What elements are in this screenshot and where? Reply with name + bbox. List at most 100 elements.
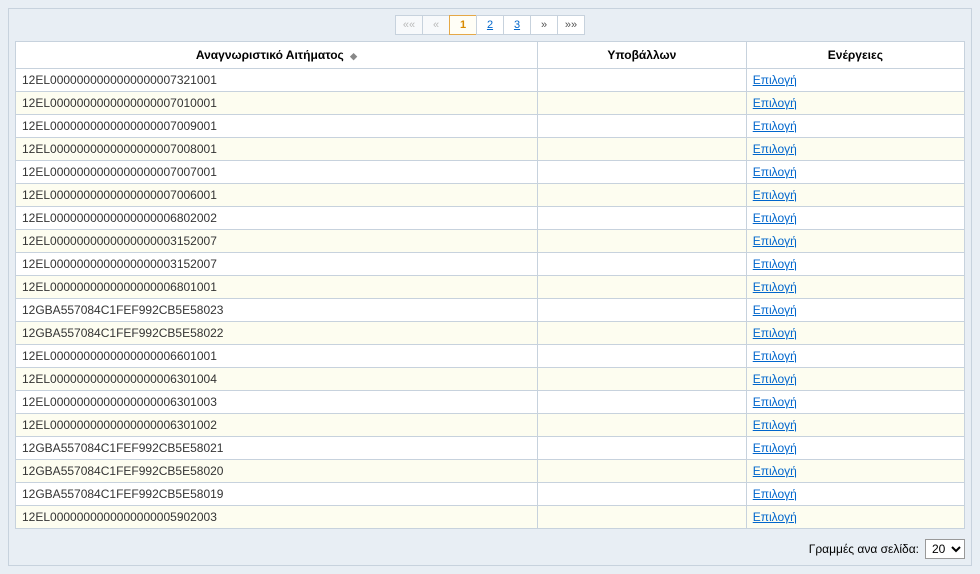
cell-submitter [537,161,746,184]
select-link[interactable]: Επιλογή [753,326,797,340]
cell-actions: Επιλογή [746,253,964,276]
cell-submitter [537,138,746,161]
select-link[interactable]: Επιλογή [753,395,797,409]
table-row: 12GBA557084C1FEF992CB5E58021 Επιλογή [16,437,965,460]
cell-id: 12EL0000000000000000006301004 [16,368,538,391]
page-number-3[interactable]: 3 [503,15,531,35]
column-header-submitter-label: Υποβάλλων [607,48,676,62]
cell-id: 12EL0000000000000000006301003 [16,391,538,414]
select-link[interactable]: Επιλογή [753,487,797,501]
cell-id: 12EL0000000000000000006802002 [16,207,538,230]
cell-submitter [537,483,746,506]
cell-id: 12EL0000000000000000007010001 [16,92,538,115]
table-row: 12EL0000000000000000007008001 Επιλογή [16,138,965,161]
select-link[interactable]: Επιλογή [753,418,797,432]
cell-actions: Επιλογή [746,92,964,115]
page-number-1[interactable]: 1 [449,15,477,35]
table-row: 12EL0000000000000000007009001 Επιλογή [16,115,965,138]
cell-actions: Επιλογή [746,414,964,437]
cell-actions: Επιλογή [746,207,964,230]
table-row: 12EL0000000000000000006301004 Επιλογή [16,368,965,391]
cell-id: 12EL0000000000000000003152007 [16,230,538,253]
data-panel: «« « 123 » »» Αναγνωριστικό Αιτήματος ◆ … [8,8,972,566]
cell-submitter [537,92,746,115]
page-first-button[interactable]: «« [395,15,423,35]
cell-submitter [537,506,746,529]
page-prev-button[interactable]: « [422,15,450,35]
cell-id: 12GBA557084C1FEF992CB5E58021 [16,437,538,460]
cell-submitter [537,368,746,391]
select-link[interactable]: Επιλογή [753,257,797,271]
select-link[interactable]: Επιλογή [753,188,797,202]
table-row: 12EL0000000000000000003152007Επιλογή [16,253,965,276]
cell-actions: Επιλογή [746,483,964,506]
cell-actions: Επιλογή [746,345,964,368]
cell-actions: Επιλογή [746,138,964,161]
page-number-2[interactable]: 2 [476,15,504,35]
select-link[interactable]: Επιλογή [753,372,797,386]
column-header-actions-label: Ενέργειες [828,48,883,62]
column-header-id-label: Αναγνωριστικό Αιτήματος [196,48,344,62]
select-link[interactable]: Επιλογή [753,303,797,317]
table-row: 12GBA557084C1FEF992CB5E58019 Επιλογή [16,483,965,506]
cell-actions: Επιλογή [746,115,964,138]
cell-submitter [537,115,746,138]
cell-id: 12EL0000000000000000005902003 [16,506,538,529]
cell-actions: Επιλογή [746,184,964,207]
table-footer: Γραμμές ανα σελίδα: 20 [15,539,965,559]
select-link[interactable]: Επιλογή [753,441,797,455]
table-row: 12GBA557084C1FEF992CB5E58020Επιλογή [16,460,965,483]
select-link[interactable]: Επιλογή [753,96,797,110]
sort-icon: ◆ [350,51,357,61]
cell-id: 12EL0000000000000000007321001 [16,69,538,92]
cell-actions: Επιλογή [746,69,964,92]
cell-id: 12EL0000000000000000007007001 [16,161,538,184]
column-header-id[interactable]: Αναγνωριστικό Αιτήματος ◆ [16,42,538,69]
select-link[interactable]: Επιλογή [753,73,797,87]
select-link[interactable]: Επιλογή [753,349,797,363]
column-header-submitter[interactable]: Υποβάλλων [537,42,746,69]
cell-id: 12EL0000000000000000007008001 [16,138,538,161]
cell-submitter [537,276,746,299]
results-table: Αναγνωριστικό Αιτήματος ◆ Υποβάλλων Ενέρ… [15,41,965,529]
cell-actions: Επιλογή [746,368,964,391]
page-next-button[interactable]: » [530,15,558,35]
cell-id: 12EL0000000000000000006801001 [16,276,538,299]
cell-actions: Επιλογή [746,391,964,414]
table-row: 12EL0000000000000000007010001 Επιλογή [16,92,965,115]
cell-id: 12GBA557084C1FEF992CB5E58023 [16,299,538,322]
cell-id: 12EL0000000000000000007009001 [16,115,538,138]
cell-submitter [537,184,746,207]
select-link[interactable]: Επιλογή [753,211,797,225]
cell-actions: Επιλογή [746,437,964,460]
cell-id: 12GBA557084C1FEF992CB5E58022 [16,322,538,345]
table-row: 12EL0000000000000000007007001 Επιλογή [16,161,965,184]
cell-submitter [537,230,746,253]
cell-id: 12GBA557084C1FEF992CB5E58019 [16,483,538,506]
cell-actions: Επιλογή [746,276,964,299]
cell-submitter [537,69,746,92]
cell-submitter [537,460,746,483]
select-link[interactable]: Επιλογή [753,119,797,133]
cell-submitter [537,391,746,414]
cell-submitter [537,437,746,460]
cell-id: 12EL0000000000000000006301002 [16,414,538,437]
select-link[interactable]: Επιλογή [753,510,797,524]
select-link[interactable]: Επιλογή [753,234,797,248]
select-link[interactable]: Επιλογή [753,165,797,179]
select-link[interactable]: Επιλογή [753,280,797,294]
table-row: 12GBA557084C1FEF992CB5E58022 Επιλογή [16,322,965,345]
select-link[interactable]: Επιλογή [753,464,797,478]
page-last-button[interactable]: »» [557,15,585,35]
select-link[interactable]: Επιλογή [753,142,797,156]
cell-actions: Επιλογή [746,161,964,184]
cell-id: 12EL0000000000000000006601001 [16,345,538,368]
rows-per-page-select[interactable]: 20 [925,539,965,559]
table-row: 12EL0000000000000000006802002 Επιλογή [16,207,965,230]
cell-submitter [537,322,746,345]
table-row: 12EL0000000000000000006301003 Επιλογή [16,391,965,414]
pagination-bar: «« « 123 » »» [15,15,965,35]
table-row: 12EL0000000000000000006801001 Επιλογή [16,276,965,299]
cell-submitter [537,345,746,368]
cell-submitter [537,299,746,322]
